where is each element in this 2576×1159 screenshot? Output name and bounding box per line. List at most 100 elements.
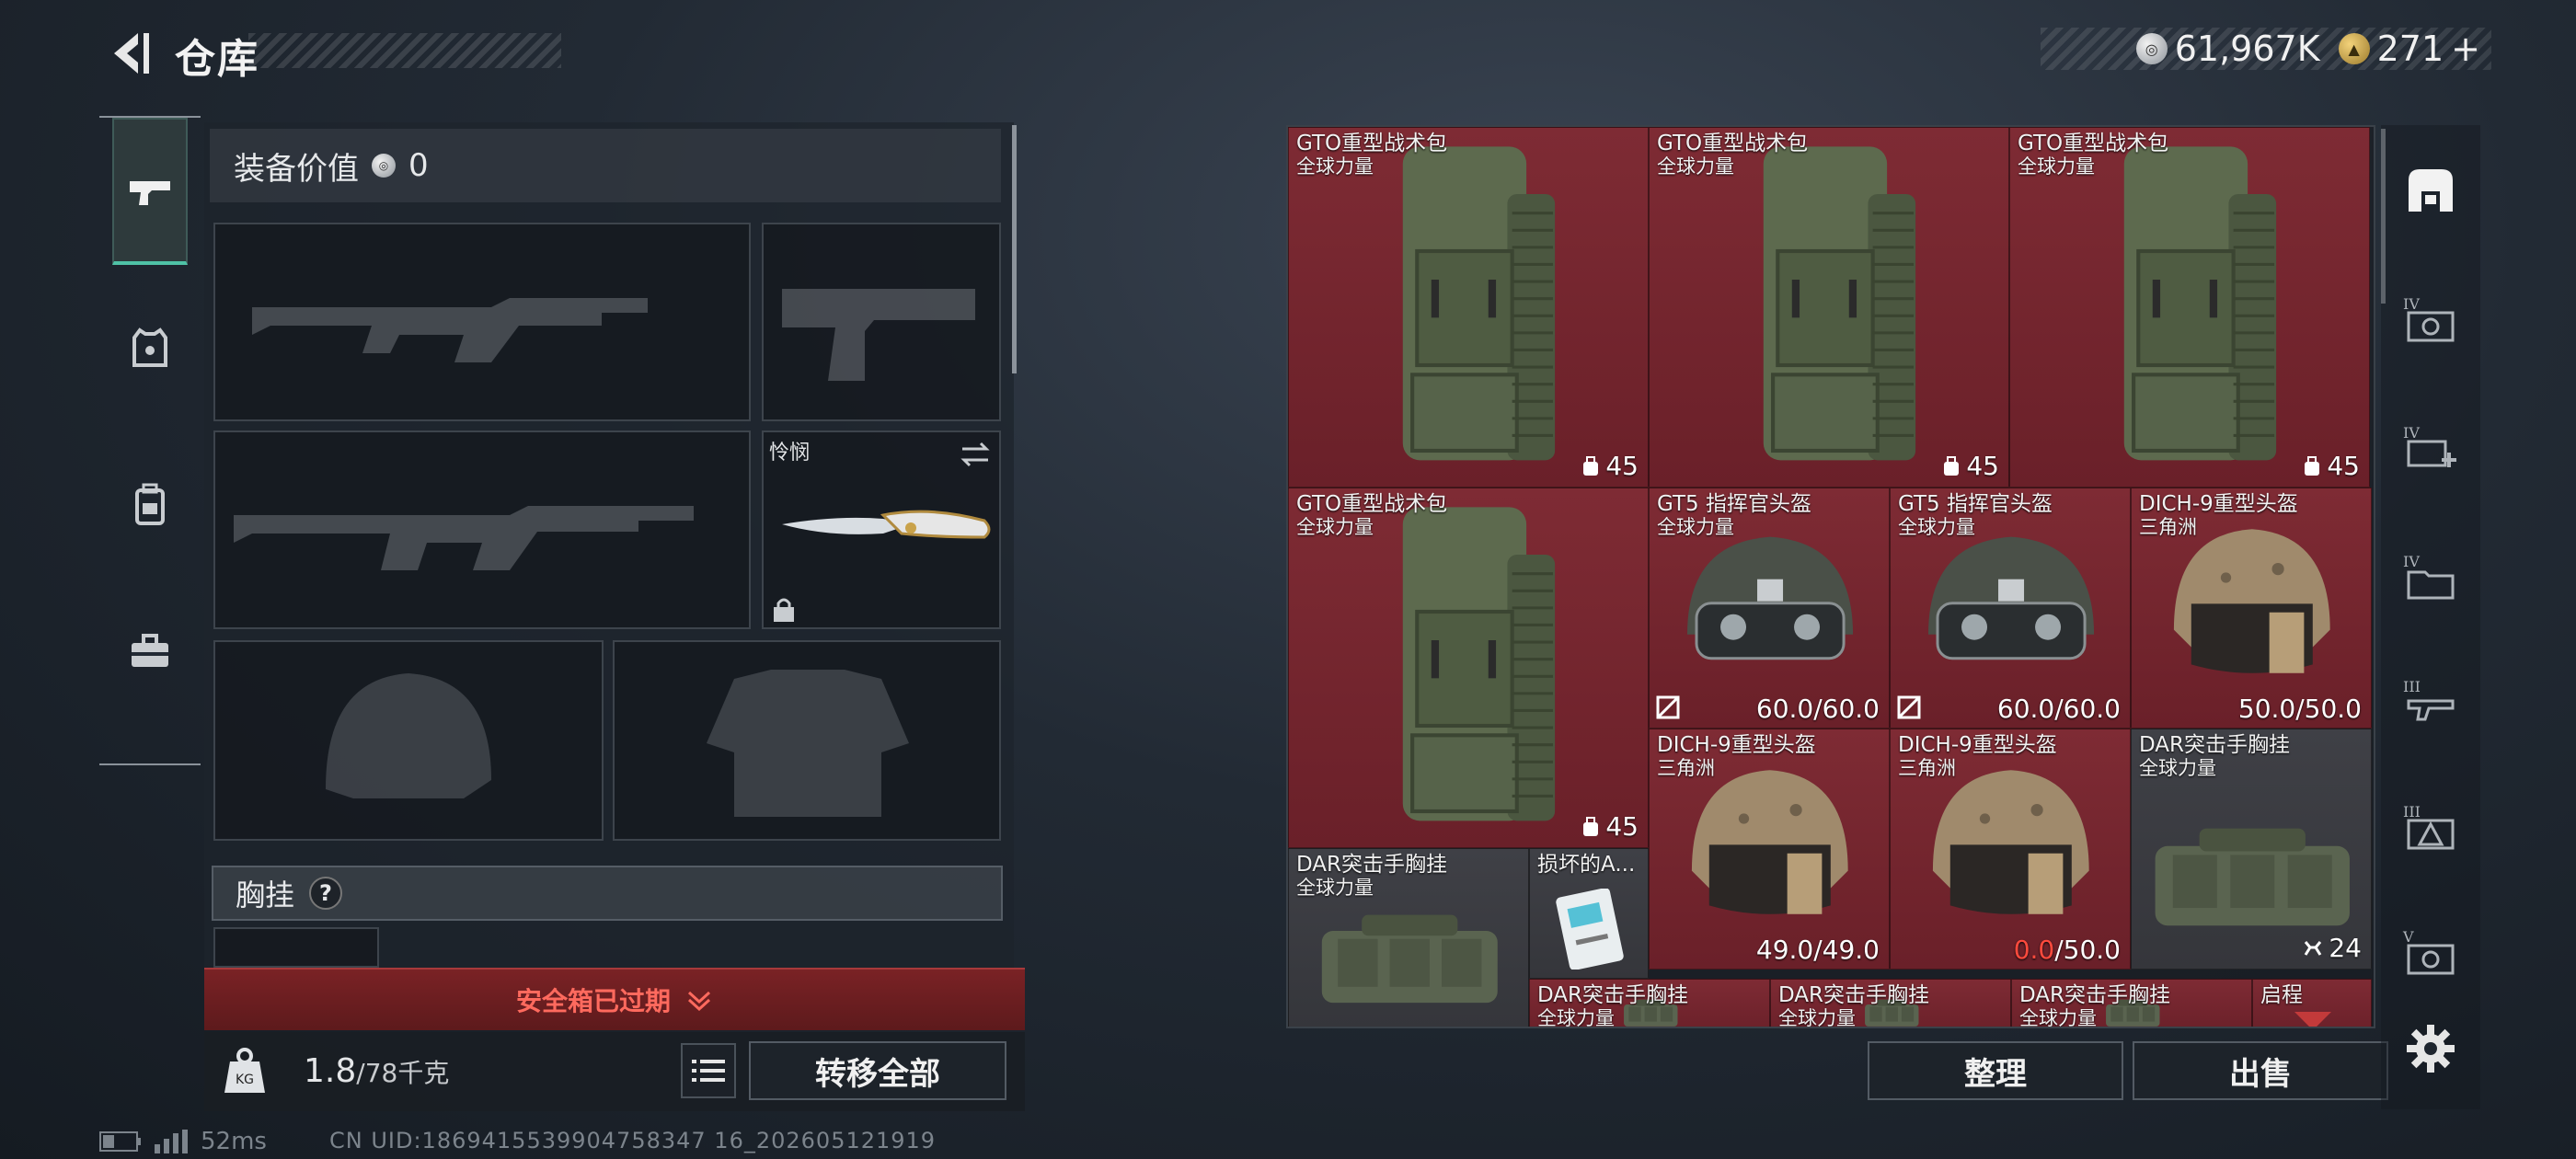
sell-button[interactable]: 出售 — [2133, 1041, 2388, 1100]
currency-bar: ◎ 61,967K ▲ 271 + — [2041, 28, 2491, 70]
item-source: 全球力量 — [1657, 516, 1734, 538]
inventory-item[interactable]: DICH-9重型头盔 三角洲 0.0/50.0 — [1890, 729, 2131, 970]
melee-name: 怜悯 — [769, 442, 811, 465]
silver-coin-icon: ◎ — [2135, 33, 2168, 64]
no-repair-icon — [1897, 695, 1921, 719]
no-repair-icon — [1656, 695, 1680, 719]
item-source: 全球力量 — [2139, 757, 2216, 779]
helmet-slot[interactable] — [213, 640, 604, 841]
transfer-all-button[interactable]: 转移全部 — [749, 1041, 1006, 1100]
item-durability: 0.0/50.0 — [2014, 935, 2121, 965]
list-view-button[interactable] — [681, 1043, 736, 1098]
item-name: DAR突击手胸挂 — [1537, 983, 1689, 1007]
storage-home-tab[interactable] — [2401, 162, 2460, 221]
settings-button[interactable] — [2401, 1019, 2460, 1078]
armor-slot[interactable] — [613, 640, 1001, 841]
item-name: DICH-9重型头盔 — [1657, 733, 1816, 757]
item-durability: 50.0/50.0 — [2237, 694, 2362, 724]
svg-text:III: III — [2403, 803, 2421, 820]
lock-icon — [774, 598, 794, 622]
page-title: 仓库 — [175, 36, 259, 83]
tier4-medkit-tab[interactable]: IV — [2401, 419, 2460, 478]
back-arrow-icon[interactable] — [101, 26, 156, 81]
inventory-item[interactable]: GT5 指挥官头盔 全球力量 60.0/60.0 — [1649, 488, 1890, 729]
help-button[interactable]: ? — [309, 877, 343, 910]
inventory-item[interactable]: DICH-9重型头盔 三角洲 50.0/50.0 — [2131, 488, 2372, 729]
storage-grid: GTO重型战术包 全球力量 45 GTO重型战术包 全球力量 45 GTO重型战术包 全球力量… — [1286, 125, 2375, 1028]
backpack-capacity-icon — [1583, 816, 1599, 836]
item-name: DAR突击手胸挂 — [2139, 733, 2291, 757]
inventory-item[interactable]: 损坏的A... — [1529, 848, 1649, 979]
inventory-item[interactable]: 启程 — [2252, 979, 2372, 1027]
durability-current: 0.0 — [2013, 935, 2055, 965]
item-name: GT5 指挥官头盔 — [1898, 492, 2053, 516]
secondary-weapon-slot[interactable] — [213, 430, 751, 629]
inventory-item[interactable]: DICH-9重型头盔 三角洲 49.0/49.0 — [1649, 729, 1890, 970]
safebox-expired-banner[interactable]: 安全箱已过期 — [204, 968, 1025, 1030]
item-quantity: 45 — [1966, 451, 1999, 481]
rifle-silhouette-icon — [234, 506, 694, 570]
nav-backpack[interactable] — [112, 430, 188, 578]
inventory-item[interactable]: DAR突击手胸挂 全球力量 — [1288, 848, 1529, 1027]
pistol-silhouette-icon — [782, 289, 975, 381]
inventory-item[interactable]: GTO重型战术包 全球力量 45 — [1649, 127, 2009, 488]
organize-button[interactable]: 整理 — [1868, 1041, 2123, 1100]
item-name: GTO重型战术包 — [1296, 132, 1448, 155]
pistol-slot[interactable] — [762, 223, 1001, 421]
melee-slot[interactable]: 怜悯 — [762, 430, 1001, 629]
tier5-case-tab[interactable]: V — [2401, 924, 2460, 982]
tier4-case-tab[interactable]: IV — [2401, 291, 2460, 350]
item-source: 全球力量 — [2019, 1007, 2097, 1028]
tier3-gun-tab[interactable]: III — [2401, 673, 2460, 732]
item-source: 三角洲 — [1657, 757, 1715, 779]
helmet-silhouette-icon — [326, 673, 491, 798]
item-source: 三角洲 — [2139, 516, 2197, 538]
inventory-item[interactable]: DAR突击手胸挂 全球力量 24 — [2131, 729, 2372, 970]
item-source: 全球力量 — [1898, 516, 1975, 538]
item-source: 全球力量 — [1537, 1007, 1615, 1028]
inventory-item[interactable]: GT5 指挥官头盔 全球力量 60.0/60.0 — [1890, 488, 2131, 729]
nav-weapons[interactable] — [112, 118, 188, 265]
item-durability: 49.0/49.0 — [1755, 935, 1880, 965]
tier4-folder-icon: IV — [2403, 553, 2455, 600]
item-source: 三角洲 — [1898, 757, 1956, 779]
item-capacity: 24 — [2303, 933, 2362, 963]
swap-icon[interactable] — [959, 438, 992, 471]
chest-rig-slot[interactable] — [213, 927, 379, 968]
nav-toolbox[interactable] — [112, 578, 188, 725]
knife-icon — [782, 510, 991, 539]
toolbox-icon — [132, 634, 168, 667]
tier3-triangle-tab[interactable]: III — [2401, 798, 2460, 857]
armor-vest-icon — [132, 327, 167, 367]
gold-add-button[interactable]: + — [2451, 29, 2480, 69]
tier4-folder-tab[interactable]: IV — [2401, 548, 2460, 607]
pistol-icon — [130, 181, 170, 205]
rig-capacity-icon — [2305, 940, 2322, 956]
item-name: DICH-9重型头盔 — [2139, 492, 2298, 516]
item-durability: 60.0/60.0 — [1996, 694, 2121, 724]
svg-text:IV: IV — [2403, 424, 2420, 442]
primary-weapon-slot[interactable] — [213, 223, 751, 421]
chest-rig-label: 胸挂 — [236, 878, 295, 912]
inventory-item[interactable]: DAR突击手胸挂 全球力量 — [1770, 979, 2011, 1027]
inventory-item[interactable]: DAR突击手胸挂 全球力量 — [1529, 979, 1770, 1028]
weight-icon: KG — [217, 1043, 272, 1098]
inventory-item[interactable]: GTO重型战术包 全球力量 45 — [2009, 127, 2370, 488]
backpack-icon — [135, 483, 165, 525]
equipment-value-label: 装备价值 — [234, 150, 359, 188]
storage-home-icon — [2409, 169, 2453, 212]
equipment-scrollbar[interactable] — [1012, 125, 1017, 373]
item-source: 全球力量 — [2018, 155, 2095, 178]
silver-currency: ◎ 61,967K — [2135, 29, 2320, 69]
nav-armor[interactable] — [112, 274, 188, 421]
inventory-item[interactable]: GTO重型战术包 全球力量 45 — [1288, 127, 1649, 488]
backpack-capacity-icon — [1944, 455, 1960, 476]
gold-coin-icon: ▲ — [2338, 33, 2370, 64]
inventory-item[interactable]: DAR突击手胸挂 全球力量 — [2011, 979, 2252, 1028]
gold-currency[interactable]: ▲ 271 + — [2338, 29, 2480, 69]
inventory-item[interactable]: GTO重型战术包 全球力量 45 — [1288, 488, 1649, 848]
category-nav — [99, 116, 201, 765]
item-name: GTO重型战术包 — [1296, 492, 1448, 516]
backpack-capacity-icon — [1583, 455, 1599, 476]
svg-text:V: V — [2402, 928, 2414, 946]
